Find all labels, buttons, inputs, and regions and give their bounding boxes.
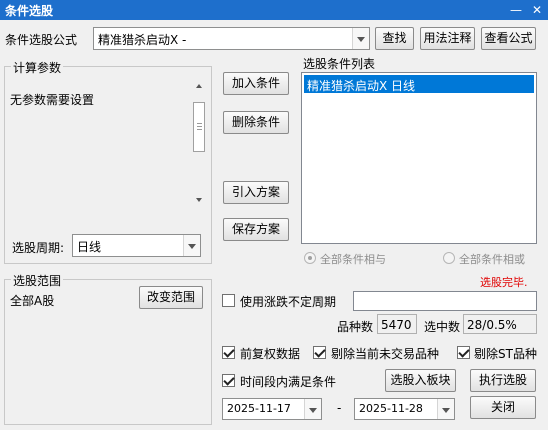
selected-value: 28/0.5% <box>467 318 517 332</box>
chevron-down-icon[interactable] <box>437 399 454 419</box>
pre-adjust-label: 前复权数据 <box>240 347 301 361</box>
all-or-label: 全部条件相或 <box>459 253 525 266</box>
selected-label: 选中数 <box>424 320 461 334</box>
variable-period-label: 使用涨跌不定周期 <box>240 295 337 309</box>
exclude-untraded-label: 剔除当前未交易品种 <box>331 347 440 361</box>
delete-condition-button[interactable]: 删除条件 <box>223 111 289 134</box>
close-window-button[interactable]: ✕ <box>527 1 547 19</box>
chevron-down-icon[interactable] <box>352 28 369 49</box>
variable-period-input[interactable] <box>353 291 537 311</box>
params-text: 无参数需要设置 <box>10 93 95 107</box>
window-title: 条件选股 <box>5 4 54 18</box>
formula-select[interactable]: 精准猎杀启动X - <box>93 27 370 50</box>
count-field: 5470 <box>377 314 417 334</box>
scope-value: 全部A股 <box>10 294 55 308</box>
save-scheme-button[interactable]: 保存方案 <box>223 218 289 241</box>
scroll-down-icon[interactable] <box>196 198 202 202</box>
conditions-list[interactable]: 精准猎杀启动X 日线 <box>301 72 537 244</box>
count-value: 5470 <box>381 318 412 332</box>
conditions-title: 选股条件列表 <box>303 57 376 71</box>
time-range-label: 时间段内满足条件 <box>240 375 337 389</box>
exclude-untraded-checkbox[interactable] <box>313 346 326 359</box>
title-bar: 条件选股 — ✕ <box>0 0 548 20</box>
chevron-down-icon[interactable] <box>304 399 321 419</box>
count-label: 品种数 <box>337 320 374 334</box>
find-button[interactable]: 查找 <box>375 27 414 50</box>
formula-value: 精准猎杀启动X - <box>98 33 187 47</box>
usage-notes-button[interactable]: 用法注释 <box>420 27 475 50</box>
add-to-block-button[interactable]: 选股入板块 <box>385 369 456 392</box>
scroll-up-icon[interactable] <box>196 84 202 88</box>
all-and-radio[interactable] <box>304 252 316 264</box>
selected-field: 28/0.5% <box>463 314 537 334</box>
period-label: 选股周期: <box>12 241 65 255</box>
minimize-button[interactable]: — <box>506 1 526 19</box>
all-and-label: 全部条件相与 <box>320 253 386 266</box>
end-date-value: 2025-11-28 <box>359 402 423 415</box>
status-text: 选股完毕. <box>480 276 528 289</box>
scope-group-title: 选股范围 <box>11 272 64 289</box>
run-selection-button[interactable]: 执行选股 <box>470 369 536 392</box>
period-select[interactable]: 日线 <box>72 234 201 257</box>
list-item-label: 精准猎杀启动X 日线 <box>307 79 416 93</box>
import-scheme-button[interactable]: 引入方案 <box>223 181 289 204</box>
chevron-down-icon[interactable] <box>183 235 200 256</box>
start-date-picker[interactable]: 2025-11-17 <box>222 398 322 420</box>
exclude-st-label: 剔除ST品种 <box>474 347 537 361</box>
exclude-st-checkbox[interactable] <box>457 346 470 359</box>
params-scrollbar[interactable] <box>193 80 206 208</box>
variable-period-checkbox[interactable] <box>222 294 235 307</box>
view-formula-button[interactable]: 查看公式 <box>481 27 536 50</box>
params-group-title: 计算参数 <box>11 59 64 76</box>
change-scope-button[interactable]: 改变范围 <box>139 286 203 309</box>
formula-label: 条件选股公式 <box>5 33 78 47</box>
list-item[interactable]: 精准猎杀启动X 日线 <box>304 75 534 93</box>
time-range-checkbox[interactable] <box>222 374 235 387</box>
close-button[interactable]: 关闭 <box>470 396 536 419</box>
add-condition-button[interactable]: 加入条件 <box>223 72 289 95</box>
end-date-picker[interactable]: 2025-11-28 <box>354 398 455 420</box>
all-or-radio[interactable] <box>443 252 455 264</box>
start-date-value: 2025-11-17 <box>227 402 291 415</box>
period-value: 日线 <box>77 240 102 254</box>
scroll-thumb[interactable] <box>193 102 205 152</box>
date-separator: - <box>337 401 342 415</box>
pre-adjust-checkbox[interactable] <box>222 346 235 359</box>
